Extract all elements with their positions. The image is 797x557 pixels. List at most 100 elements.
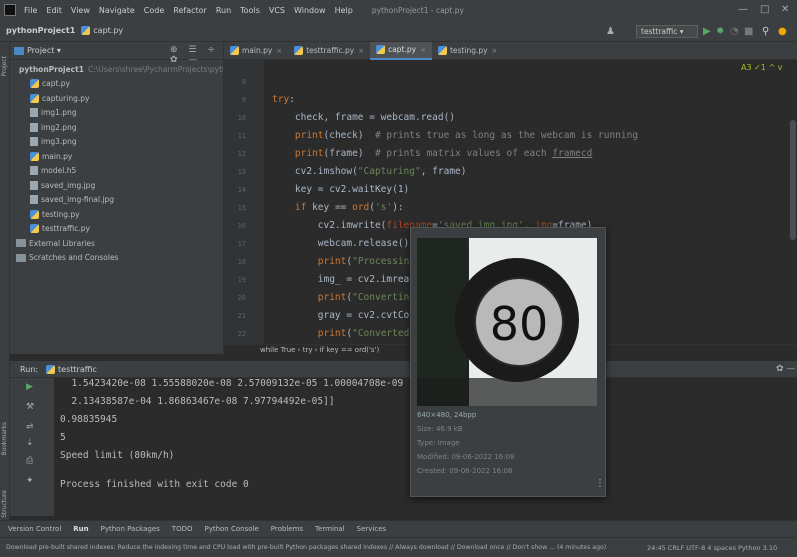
bookmarks-tool-label[interactable]: Bookmarks: [1, 422, 8, 456]
tool-version-control[interactable]: Version Control: [8, 525, 61, 533]
file-icon: [30, 122, 38, 132]
menu-bar: File Edit View Navigate Code Refactor Ru…: [0, 0, 797, 20]
stop-icon[interactable]: ■: [744, 26, 753, 37]
coverage-icon[interactable]: ◔: [730, 26, 739, 37]
tab-main-py[interactable]: main.py ×: [224, 42, 288, 60]
tree-item-label: capt.py: [42, 79, 71, 89]
menu-help[interactable]: Help: [335, 6, 353, 15]
tool-python-packages[interactable]: Python Packages: [101, 525, 160, 533]
code-line[interactable]: cv2.imshow("Capturing", frame): [272, 166, 467, 177]
tree-item[interactable]: Scratches and Consoles: [10, 251, 223, 266]
wrench-icon[interactable]: ⚒: [26, 402, 34, 412]
line-number: 19: [237, 276, 246, 284]
menu-refactor[interactable]: Refactor: [173, 6, 207, 15]
tree-item[interactable]: capt.py: [10, 77, 223, 92]
debug-icon[interactable]: ✹: [716, 26, 724, 37]
tree-item[interactable]: img3.png: [10, 135, 223, 150]
print-icon[interactable]: ⎙: [26, 456, 33, 466]
code-line[interactable]: if key == ord('s'):: [272, 202, 404, 213]
tree-item[interactable]: capturing.py: [10, 91, 223, 106]
editor-gutter: 891011121314151617181920212223: [224, 60, 264, 344]
menu-file[interactable]: File: [24, 6, 37, 15]
tree-item[interactable]: img2.png: [10, 120, 223, 135]
menu-view[interactable]: View: [71, 6, 90, 15]
code-line[interactable]: print(frame) # prints matrix values of e…: [272, 148, 592, 159]
status-right-info[interactable]: 24:45 CRLF UTF-8 4 spaces Python 3.10: [647, 544, 777, 552]
run-icon[interactable]: ▶: [703, 26, 711, 37]
menu-vcs[interactable]: VCS: [269, 6, 285, 15]
python-file-icon: [30, 151, 39, 161]
line-number: 9: [241, 96, 246, 104]
tab-testing-py[interactable]: testing.py ×: [432, 42, 503, 60]
tool-python-console[interactable]: Python Console: [204, 525, 258, 533]
minimize-button[interactable]: —: [738, 4, 748, 15]
file-icon: [30, 108, 38, 118]
breadcrumb-file[interactable]: capt.py: [93, 26, 123, 35]
tree-item[interactable]: img1.png: [10, 106, 223, 121]
tree-item[interactable]: saved_img-final.jpg: [10, 193, 223, 208]
menu-tools[interactable]: Tools: [240, 6, 260, 15]
tool-problems[interactable]: Problems: [271, 525, 303, 533]
scroll-to-end-icon[interactable]: ⇣: [26, 438, 34, 448]
file-icon: [30, 137, 38, 147]
line-number: 17: [237, 240, 246, 248]
run-tab-testtraffic[interactable]: testtraffic: [58, 365, 97, 374]
inspection-markers[interactable]: A3 ✓1 ^ v: [741, 63, 782, 72]
close-tab-icon[interactable]: ×: [358, 47, 364, 55]
code-line[interactable]: key = cv2.waitKey(1): [272, 184, 409, 195]
python-file-icon: [30, 209, 39, 219]
line-number: 20: [237, 294, 246, 302]
menu-navigate[interactable]: Navigate: [99, 6, 135, 15]
run-toolbar: ▶ ⚒ ⇌ ⇣ ⎙ ✦: [10, 378, 54, 516]
tree-item[interactable]: testtraffic.py: [10, 222, 223, 237]
status-message[interactable]: Download pre-built shared indexes: Reduc…: [6, 544, 606, 551]
tree-item-label: saved_img-final.jpg: [41, 195, 115, 205]
project-view-selector[interactable]: Project ▾: [27, 46, 61, 55]
tab-label: testing.py: [449, 46, 488, 55]
code-line[interactable]: check, frame = webcam.read(): [272, 112, 455, 123]
close-tab-icon[interactable]: ×: [420, 46, 426, 54]
code-line[interactable]: try:: [272, 94, 295, 105]
tree-item[interactable]: saved_img.jpg: [10, 178, 223, 193]
code-line[interactable]: webcam.release(): [272, 238, 410, 249]
soft-wrap-icon[interactable]: ⇌: [26, 422, 34, 432]
tool-terminal[interactable]: Terminal: [315, 525, 345, 533]
menu-edit[interactable]: Edit: [46, 6, 62, 15]
menu-run[interactable]: Run: [216, 6, 231, 15]
run-configuration-select[interactable]: testtraffic ▾: [636, 25, 698, 38]
structure-tool-label[interactable]: Structure: [1, 490, 8, 518]
tree-item[interactable]: testing.py: [10, 207, 223, 222]
tool-todo[interactable]: TODO: [172, 525, 193, 533]
close-button[interactable]: ✕: [781, 4, 789, 15]
maximize-button[interactable]: □: [760, 4, 769, 15]
close-tab-icon[interactable]: ×: [492, 47, 498, 55]
close-tab-icon[interactable]: ×: [276, 47, 282, 55]
tree-item[interactable]: main.py: [10, 149, 223, 164]
rerun-icon[interactable]: ▶: [26, 382, 33, 392]
pin-icon[interactable]: ✦: [26, 476, 34, 486]
code-line[interactable]: print(check) # prints true as long as th…: [272, 130, 638, 141]
tree-item[interactable]: External Libraries: [10, 236, 223, 251]
project-tool-label[interactable]: Project: [1, 56, 8, 77]
menu-window[interactable]: Window: [294, 6, 326, 15]
python-file-icon: [376, 45, 386, 54]
tool-services[interactable]: Services: [357, 525, 387, 533]
updates-icon[interactable]: ●: [778, 26, 787, 37]
console-line: 1.5423420e-08 1.55588020e-08 2.57009132e…: [60, 378, 404, 389]
more-options-icon[interactable]: ⋮: [595, 478, 605, 489]
user-icon[interactable]: ♟: [606, 26, 615, 37]
tab-testtraffic-py[interactable]: testtraffic.py ×: [288, 42, 370, 60]
menu-code[interactable]: Code: [144, 6, 164, 15]
editor-scrollbar[interactable]: [790, 120, 796, 240]
breadcrumb-project[interactable]: pythonProject1: [6, 26, 75, 35]
settings-gear-icon[interactable]: ✿ —: [776, 364, 795, 374]
project-header-icons[interactable]: ⊕ ☰ ÷ ✿ —: [170, 45, 223, 65]
left-tool-strip: Project Bookmarks Structure: [0, 42, 10, 520]
tool-run[interactable]: Run: [73, 525, 88, 533]
preview-size: Size: 46.9 kB: [417, 425, 463, 433]
project-panel: Project ▾ ⊕ ☰ ÷ ✿ — pythonProject1 C:\Use…: [10, 42, 224, 354]
tab-capt-py[interactable]: capt.py ×: [370, 41, 432, 60]
search-icon[interactable]: ⚲: [762, 26, 769, 37]
preview-image: 80: [417, 238, 597, 406]
tree-item[interactable]: model.h5: [10, 164, 223, 179]
